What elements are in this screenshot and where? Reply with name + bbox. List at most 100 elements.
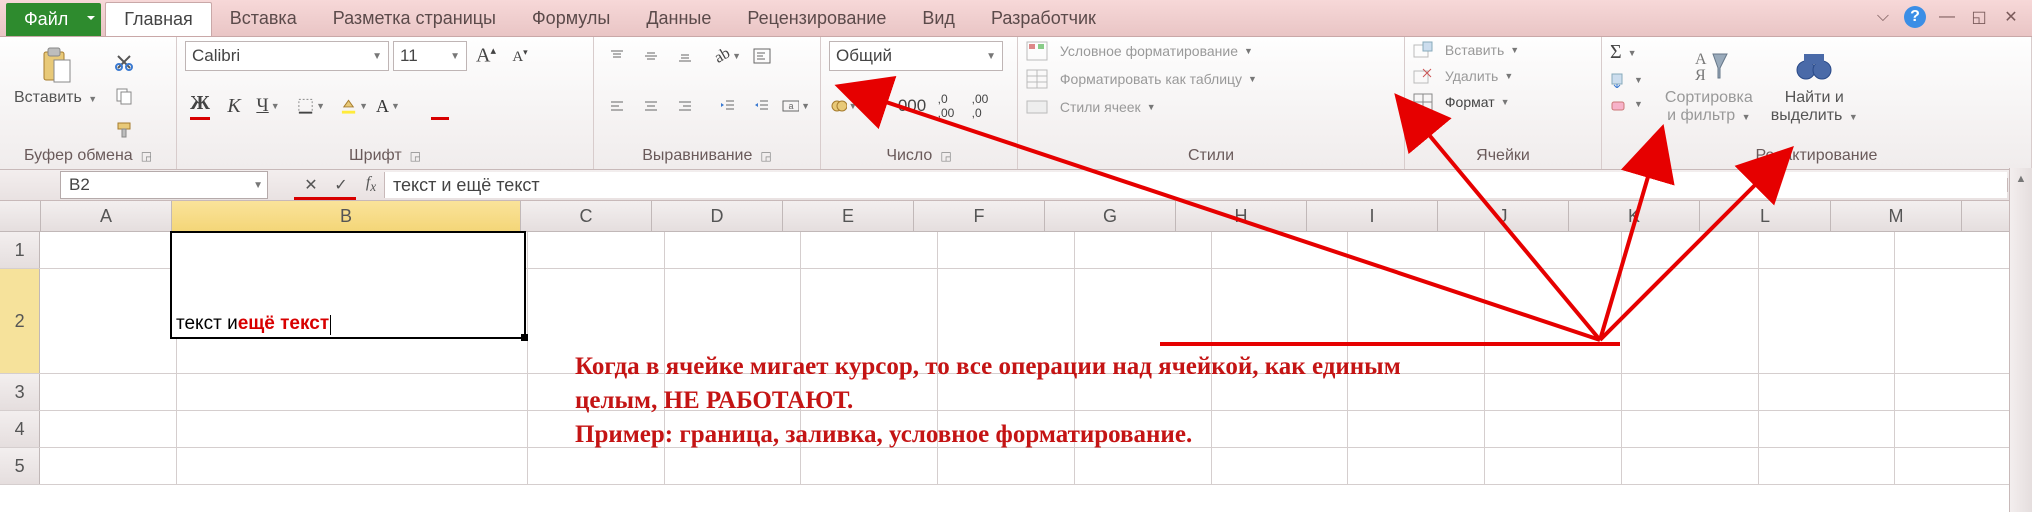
increase-font-button[interactable]: A▴ <box>471 41 501 71</box>
italic-button[interactable]: К <box>219 91 249 121</box>
align-top-button[interactable] <box>602 41 632 71</box>
underline-button[interactable]: Ч▼ <box>253 91 283 121</box>
scroll-up-icon[interactable]: ▲ <box>2010 168 2032 190</box>
cell-K3[interactable] <box>1622 374 1759 410</box>
column-header-K[interactable]: K <box>1569 201 1700 231</box>
decrease-indent-button[interactable] <box>713 91 743 121</box>
paste-button[interactable]: Вставить ▼ <box>8 41 103 111</box>
insert-function-button[interactable]: fx <box>358 173 384 197</box>
format-painter-button[interactable] <box>109 115 139 145</box>
dialog-launcher-icon[interactable]: ◲ <box>760 149 771 163</box>
tab-Формулы[interactable]: Формулы <box>514 2 628 36</box>
align-bottom-button[interactable] <box>670 41 700 71</box>
find-select-button[interactable]: Найти и выделить ▼ <box>1765 41 1864 129</box>
cell-I1[interactable] <box>1348 232 1485 268</box>
currency-button[interactable]: ▼ <box>829 91 859 121</box>
fill-handle[interactable] <box>521 334 528 341</box>
active-cell-editor[interactable]: текст и ещё текст <box>170 231 526 339</box>
percent-button[interactable]: % <box>863 91 893 121</box>
cell-E5[interactable] <box>801 448 938 484</box>
bold-button[interactable]: Ж <box>185 91 215 121</box>
row-header-5[interactable]: 5 <box>0 448 40 484</box>
tab-Разметка страницы[interactable]: Разметка страницы <box>315 2 514 36</box>
tab-Данные[interactable]: Данные <box>628 2 729 36</box>
row-header-3[interactable]: 3 <box>0 374 40 410</box>
clear-button[interactable]: ▼ <box>1610 96 1643 112</box>
column-header-M[interactable]: M <box>1831 201 1962 231</box>
delete-cells-button[interactable]: Удалить ▼ <box>1413 67 1513 85</box>
cell-C1[interactable] <box>528 232 665 268</box>
row-header-2[interactable]: 2 <box>0 269 40 373</box>
tab-Разработчик[interactable]: Разработчик <box>973 2 1114 36</box>
column-header-J[interactable]: J <box>1438 201 1569 231</box>
cell-H5[interactable] <box>1212 448 1349 484</box>
tab-Рецензирование[interactable]: Рецензирование <box>729 2 904 36</box>
cell-C5[interactable] <box>528 448 665 484</box>
fill-color-button[interactable]: ▼ <box>339 91 369 121</box>
format-cells-button[interactable]: Формат ▼ <box>1413 93 1510 111</box>
cell-L4[interactable] <box>1759 411 1896 447</box>
font-size-combo[interactable]: 11▼ <box>393 41 467 71</box>
name-box[interactable]: B2▼ <box>60 171 268 199</box>
enter-edit-button[interactable]: ✓ <box>328 173 354 197</box>
cell-G1[interactable] <box>1075 232 1212 268</box>
format-as-table-button[interactable]: Форматировать как таблицу ▼ <box>1026 69 1257 89</box>
cell-K1[interactable] <box>1622 232 1759 268</box>
cell-L1[interactable] <box>1759 232 1896 268</box>
align-right-button[interactable] <box>670 91 700 121</box>
sort-filter-button[interactable]: АЯ Сортировка и фильтр ▼ <box>1659 41 1759 129</box>
font-name-combo[interactable]: Calibri▼ <box>185 41 389 71</box>
cell-F5[interactable] <box>938 448 1075 484</box>
font-color-button[interactable]: A▼ <box>373 91 403 121</box>
wrap-text-button[interactable] <box>747 41 777 71</box>
row-header-4[interactable]: 4 <box>0 411 40 447</box>
cell-styles-button[interactable]: Стили ячеек ▼ <box>1026 97 1156 117</box>
column-header-L[interactable]: L <box>1700 201 1831 231</box>
select-all-corner[interactable] <box>0 201 41 231</box>
cell-A2[interactable] <box>40 269 177 373</box>
column-header-A[interactable]: A <box>41 201 172 231</box>
align-middle-button[interactable] <box>636 41 666 71</box>
cell-J1[interactable] <box>1485 232 1622 268</box>
cell-F1[interactable] <box>938 232 1075 268</box>
column-header-I[interactable]: I <box>1307 201 1438 231</box>
border-button[interactable]: ▼ <box>296 91 326 121</box>
orientation-button[interactable]: ab▼ <box>713 41 743 71</box>
cell-J5[interactable] <box>1485 448 1622 484</box>
cell-J3[interactable] <box>1485 374 1622 410</box>
decrease-decimal-button[interactable]: ,00,0 <box>965 91 995 121</box>
cell-A4[interactable] <box>40 411 177 447</box>
formula-input[interactable]: текст и ещё текст <box>384 172 2007 198</box>
column-header-F[interactable]: F <box>914 201 1045 231</box>
window-minimize-icon[interactable]: — <box>1936 6 1958 28</box>
cell-E1[interactable] <box>801 232 938 268</box>
insert-cells-button[interactable]: Вставить ▼ <box>1413 41 1519 59</box>
dialog-launcher-icon[interactable]: ◲ <box>940 149 951 163</box>
window-close-icon[interactable]: ✕ <box>2000 6 2022 28</box>
tab-Вставка[interactable]: Вставка <box>212 2 315 36</box>
cell-I5[interactable] <box>1348 448 1485 484</box>
window-restore-icon[interactable]: ◱ <box>1968 6 1990 28</box>
number-format-combo[interactable]: Общий▼ <box>829 41 1003 71</box>
cell-K4[interactable] <box>1622 411 1759 447</box>
cell-B3[interactable] <box>177 374 528 410</box>
cell-D5[interactable] <box>665 448 802 484</box>
dialog-launcher-icon[interactable]: ◲ <box>410 149 421 163</box>
column-header-C[interactable]: C <box>521 201 652 231</box>
comma-button[interactable]: 000 <box>897 91 927 121</box>
dialog-launcher-icon[interactable]: ◲ <box>141 149 152 163</box>
help-icon[interactable]: ? <box>1904 6 1926 28</box>
tab-Вид[interactable]: Вид <box>904 2 973 36</box>
cell-K5[interactable] <box>1622 448 1759 484</box>
autosum-button[interactable]: Σ▼ <box>1610 41 1643 64</box>
vertical-scrollbar[interactable]: ▲ <box>2009 168 2032 512</box>
align-left-button[interactable] <box>602 91 632 121</box>
cancel-edit-button[interactable]: ✕ <box>298 173 324 197</box>
align-center-button[interactable] <box>636 91 666 121</box>
cell-J4[interactable] <box>1485 411 1622 447</box>
increase-indent-button[interactable] <box>747 91 777 121</box>
cell-L2[interactable] <box>1759 269 1896 373</box>
cell-K2[interactable] <box>1622 269 1759 373</box>
cell-A1[interactable] <box>40 232 177 268</box>
cell-D1[interactable] <box>665 232 802 268</box>
